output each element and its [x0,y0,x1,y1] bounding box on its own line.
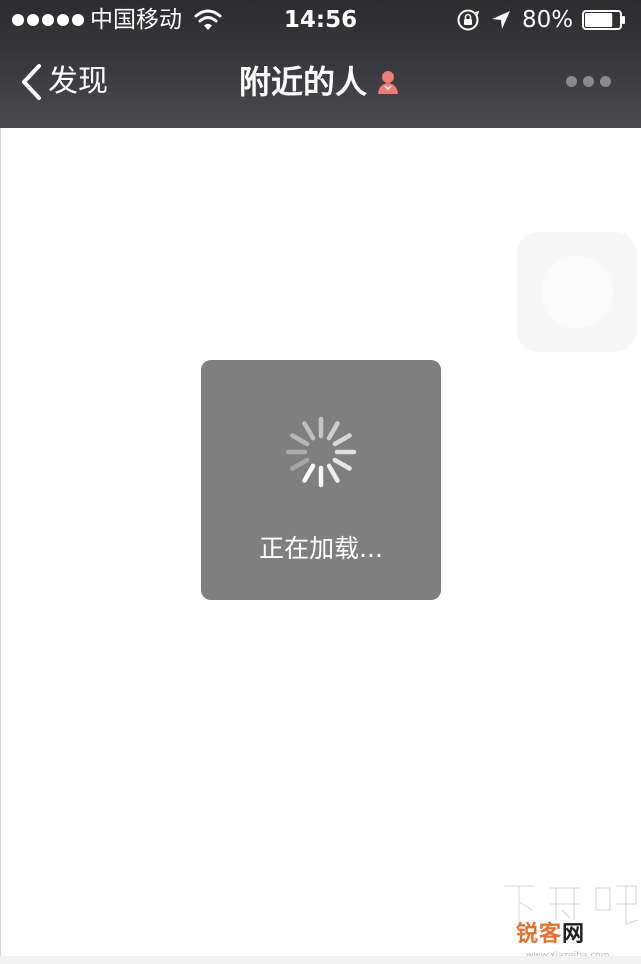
watermark-badge-part1: 锐客 [516,922,563,947]
watermark: 锐客网 www.xiazaiba.com [500,880,641,964]
more-dot [583,76,594,87]
placeholder-tile [517,232,637,352]
spinner-segment [302,421,316,441]
watermark-badge-part2: 网 [562,922,586,947]
watermark-badge: 锐客网 [516,920,585,950]
more-dot [600,76,611,87]
spinner-segment [302,463,316,483]
nav-title-group: 附近的人 [0,62,641,102]
navigation-bar: 发现 附近的人 [0,40,641,128]
loading-text: 正在加载... [259,534,383,563]
screen: 中国移动 14:56 80% 发现 附近的人 正在加载... 锐客网 [0,0,641,964]
bottom-edge [0,956,641,964]
spinner-segment [290,457,310,471]
spinner-segment [326,463,340,483]
more-button[interactable] [566,76,611,87]
battery-percent: 80% [522,7,574,33]
spinner-segment [290,433,310,447]
spinner-icon [285,416,357,488]
more-dot [566,76,577,87]
spinner-segment [332,457,352,471]
status-bar: 中国移动 14:56 80% [0,0,641,40]
spinner-segment [332,433,352,447]
battery-icon [582,10,625,30]
orientation-lock-icon [457,9,480,31]
top-bar: 中国移动 14:56 80% 发现 附近的人 [0,0,641,128]
location-arrow-icon [492,11,510,29]
spinner-segment [326,421,340,441]
left-border [0,128,1,964]
page-title: 附近的人 [238,63,367,101]
female-icon [378,71,399,94]
loading-hud: 正在加载... [201,360,441,600]
